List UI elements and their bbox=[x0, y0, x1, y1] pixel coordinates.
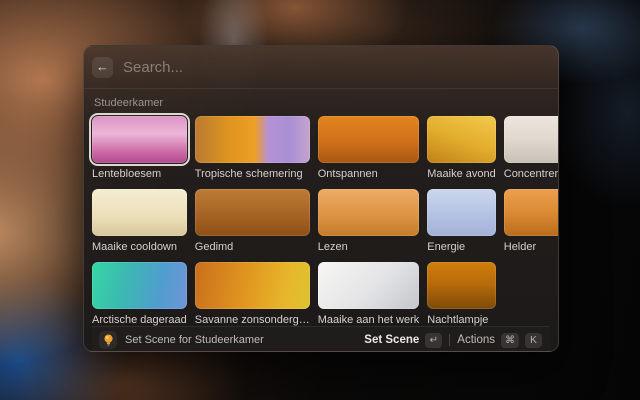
scene-ontspannen[interactable]: Ontspannen bbox=[318, 116, 420, 180]
scene-helder[interactable]: Helder bbox=[504, 189, 559, 253]
scene-label: Energie bbox=[427, 241, 496, 253]
scene-thumbnail bbox=[195, 116, 310, 163]
scene-thumbnail bbox=[318, 116, 420, 163]
search-input[interactable] bbox=[123, 59, 546, 76]
scene-thumbnail bbox=[427, 189, 496, 236]
arrow-left-icon: ← bbox=[96, 59, 109, 74]
scene-concentreren[interactable]: Concentreren bbox=[504, 116, 559, 180]
command-key-icon: ⌘ bbox=[501, 333, 519, 348]
scene-thumbnail bbox=[92, 189, 187, 236]
search-bar: ← bbox=[84, 46, 558, 89]
scene-thumbnail bbox=[427, 262, 496, 309]
scene-savanne-zonsonderg[interactable]: Savanne zonsonderg… bbox=[195, 262, 310, 326]
footer-separator bbox=[449, 334, 450, 346]
scene-label: Helder bbox=[504, 241, 559, 253]
scene-arctische-dageraad[interactable]: Arctische dageraad bbox=[92, 262, 187, 326]
lightbulb-icon bbox=[99, 331, 117, 349]
raycast-window: ← Studeerkamer Lentebloesem Tropische sc… bbox=[83, 45, 559, 352]
content-area: Studeerkamer Lentebloesem Tropische sche… bbox=[84, 89, 558, 352]
scene-label: Tropische schemering bbox=[195, 168, 310, 180]
section-title: Studeerkamer bbox=[94, 97, 548, 109]
scene-lentebloesem[interactable]: Lentebloesem bbox=[92, 116, 187, 180]
scene-thumbnail bbox=[427, 116, 496, 163]
scene-thumbnail bbox=[504, 189, 559, 236]
scene-label: Lentebloesem bbox=[92, 168, 187, 180]
scene-lezen[interactable]: Lezen bbox=[318, 189, 420, 253]
scene-tropische-schemering[interactable]: Tropische schemering bbox=[195, 116, 310, 180]
scene-label: Maaike avond bbox=[427, 168, 496, 180]
scene-thumbnail bbox=[504, 116, 559, 163]
scene-maaike-aan-het-werk[interactable]: Maaike aan het werk bbox=[318, 262, 420, 326]
footer-actions: Set Scene ↵ Actions ⌘ K bbox=[364, 331, 542, 350]
scene-gedimd[interactable]: Gedimd bbox=[195, 189, 310, 253]
scene-label: Ontspannen bbox=[318, 168, 420, 180]
scene-label: Maaike cooldown bbox=[92, 241, 187, 253]
back-button[interactable]: ← bbox=[92, 57, 113, 78]
scene-thumbnail bbox=[92, 116, 187, 163]
scene-energie[interactable]: Energie bbox=[427, 189, 496, 253]
scene-label: Maaike aan het werk bbox=[318, 314, 420, 326]
footer-status: Set Scene for Studeerkamer bbox=[125, 334, 264, 346]
scene-nachtlampje[interactable]: Nachtlampje bbox=[427, 262, 496, 326]
scene-thumbnail bbox=[195, 189, 310, 236]
scene-thumbnail bbox=[318, 189, 420, 236]
scene-label: Gedimd bbox=[195, 241, 310, 253]
set-scene-label: Set Scene bbox=[364, 334, 419, 346]
scene-maaike-avond[interactable]: Maaike avond bbox=[427, 116, 496, 180]
scene-maaike-cooldown[interactable]: Maaike cooldown bbox=[92, 189, 187, 253]
scene-label: Concentreren bbox=[504, 168, 559, 180]
scene-label: Lezen bbox=[318, 241, 420, 253]
footer-bar: Set Scene for Studeerkamer Set Scene ↵ A… bbox=[92, 326, 550, 352]
scene-thumbnail bbox=[195, 262, 310, 309]
return-key-icon: ↵ bbox=[425, 333, 442, 348]
scene-thumbnail bbox=[92, 262, 187, 309]
set-scene-button[interactable]: Set Scene ↵ bbox=[364, 331, 442, 350]
scene-label: Nachtlampje bbox=[427, 314, 496, 326]
scene-label: Savanne zonsonderg… bbox=[195, 314, 310, 326]
scene-thumbnail bbox=[318, 262, 420, 309]
scene-label: Arctische dageraad bbox=[92, 314, 187, 326]
actions-label: Actions bbox=[457, 334, 495, 346]
k-key-icon: K bbox=[525, 333, 542, 348]
scene-grid: Lentebloesem Tropische schemering Ontspa… bbox=[92, 116, 550, 326]
actions-button[interactable]: Actions ⌘ K bbox=[457, 331, 542, 350]
